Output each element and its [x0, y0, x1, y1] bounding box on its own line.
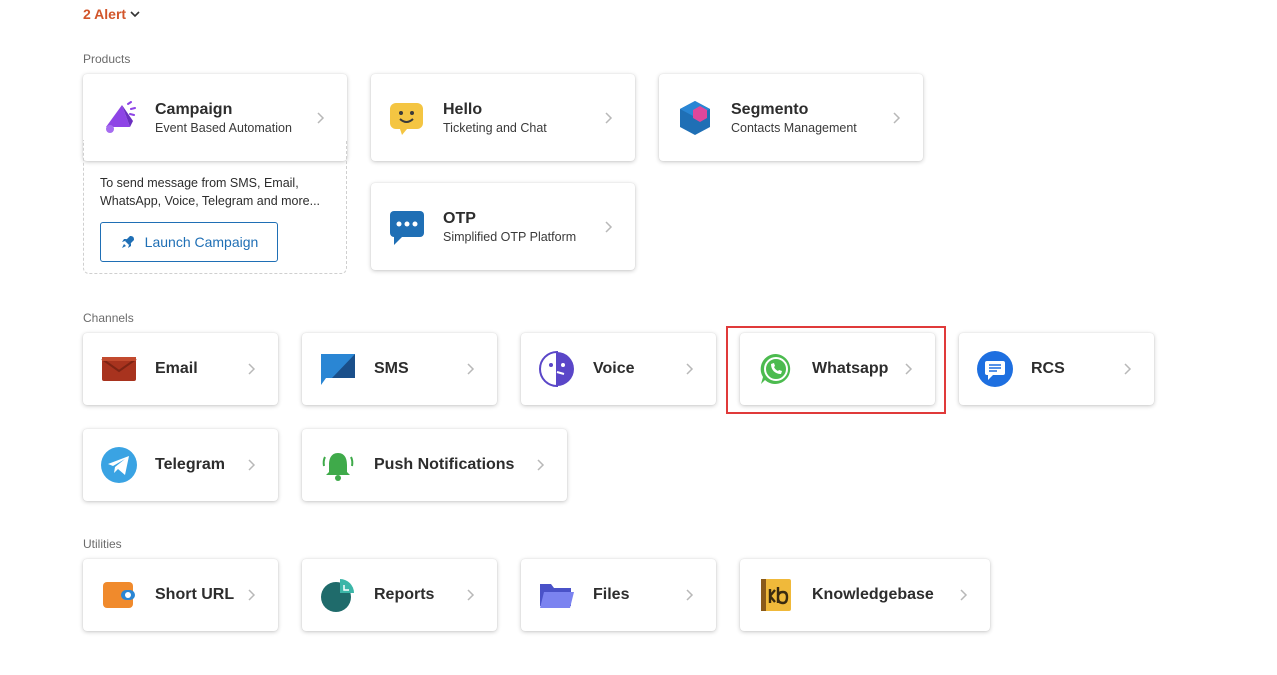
alert-label: 2 Alert [83, 6, 127, 22]
channel-card-voice[interactable]: Voice [521, 333, 716, 405]
chevron-right-icon [467, 589, 475, 601]
link-wallet-icon [100, 576, 138, 614]
section-title-channels: Channels [83, 311, 134, 325]
telegram-icon [100, 446, 138, 484]
section-title-utilities: Utilities [83, 537, 122, 551]
utility-card-short-url[interactable]: Short URL [83, 559, 278, 631]
chevron-right-icon [893, 111, 901, 124]
sms-icon [319, 350, 357, 388]
utility-card-reports[interactable]: Reports [302, 559, 497, 631]
telegram-label: Telegram [155, 456, 225, 473]
rcs-label: RCS [1031, 360, 1065, 377]
chevron-right-icon [960, 589, 968, 601]
segmento-subtitle: Contacts Management [731, 120, 857, 135]
product-card-segmento[interactable]: Segmento Contacts Management [659, 74, 923, 161]
smiley-chat-icon [388, 99, 426, 137]
whatsapp-label: Whatsapp [812, 360, 889, 377]
chevron-right-icon [905, 363, 913, 375]
channel-card-whatsapp[interactable]: Whatsapp [740, 333, 935, 405]
campaign-promo-text: To send message from SMS, Email, WhatsAp… [100, 176, 321, 208]
utility-card-files[interactable]: Files [521, 559, 716, 631]
chevron-right-icon [248, 589, 256, 601]
launch-campaign-label: Launch Campaign [144, 234, 259, 250]
channel-card-sms[interactable]: SMS [302, 333, 497, 405]
otp-title: OTP [443, 209, 476, 227]
chat-bubble-icon [388, 208, 426, 246]
channel-card-email[interactable]: Email [83, 333, 278, 405]
product-card-otp[interactable]: OTP Simplified OTP Platform [371, 183, 635, 270]
knowledgebase-book-icon [757, 576, 795, 614]
alert-dropdown[interactable]: 2 Alert [83, 6, 140, 22]
segmento-title: Segmento [731, 100, 809, 118]
channel-card-rcs[interactable]: RCS [959, 333, 1154, 405]
hello-title: Hello [443, 100, 483, 118]
channel-card-telegram[interactable]: Telegram [83, 429, 278, 501]
push-notifications-label: Push Notifications [374, 456, 515, 473]
utility-card-knowledgebase[interactable]: Knowledgebase [740, 559, 990, 631]
knowledgebase-label: Knowledgebase [812, 586, 934, 603]
chevron-right-icon [686, 363, 694, 375]
bell-icon [319, 446, 357, 484]
whatsapp-icon [757, 350, 795, 388]
megaphone-icon [100, 99, 138, 137]
voice-label: Voice [593, 360, 635, 377]
hexagon-icon [676, 99, 714, 137]
hello-subtitle: Ticketing and Chat [443, 120, 547, 135]
chevron-right-icon [686, 589, 694, 601]
campaign-title: Campaign [155, 100, 233, 118]
envelope-icon [100, 350, 138, 388]
chevron-right-icon [605, 220, 613, 233]
otp-subtitle: Simplified OTP Platform [443, 229, 577, 244]
reports-label: Reports [374, 586, 435, 603]
product-card-hello[interactable]: Hello Ticketing and Chat [371, 74, 635, 161]
channel-card-push-notifications[interactable]: Push Notifications [302, 429, 567, 501]
voice-face-icon [538, 350, 576, 388]
email-label: Email [155, 360, 198, 377]
rocket-icon [121, 236, 134, 248]
chevron-down-icon [130, 10, 140, 17]
chevron-right-icon [248, 459, 256, 471]
section-title-products: Products [83, 52, 131, 66]
chevron-right-icon [248, 363, 256, 375]
chevron-right-icon [537, 459, 545, 471]
chevron-right-icon [467, 363, 475, 375]
chevron-right-icon [317, 111, 325, 124]
chevron-right-icon [1124, 363, 1132, 375]
chevron-right-icon [605, 111, 613, 124]
launch-campaign-button[interactable]: Launch Campaign [100, 222, 278, 262]
sms-label: SMS [374, 360, 409, 377]
campaign-subtitle: Event Based Automation [155, 120, 292, 135]
short-url-label: Short URL [155, 586, 235, 603]
folder-icon [538, 576, 576, 614]
pie-chart-icon [319, 576, 357, 614]
rcs-message-icon [976, 350, 1014, 388]
files-label: Files [593, 586, 630, 603]
